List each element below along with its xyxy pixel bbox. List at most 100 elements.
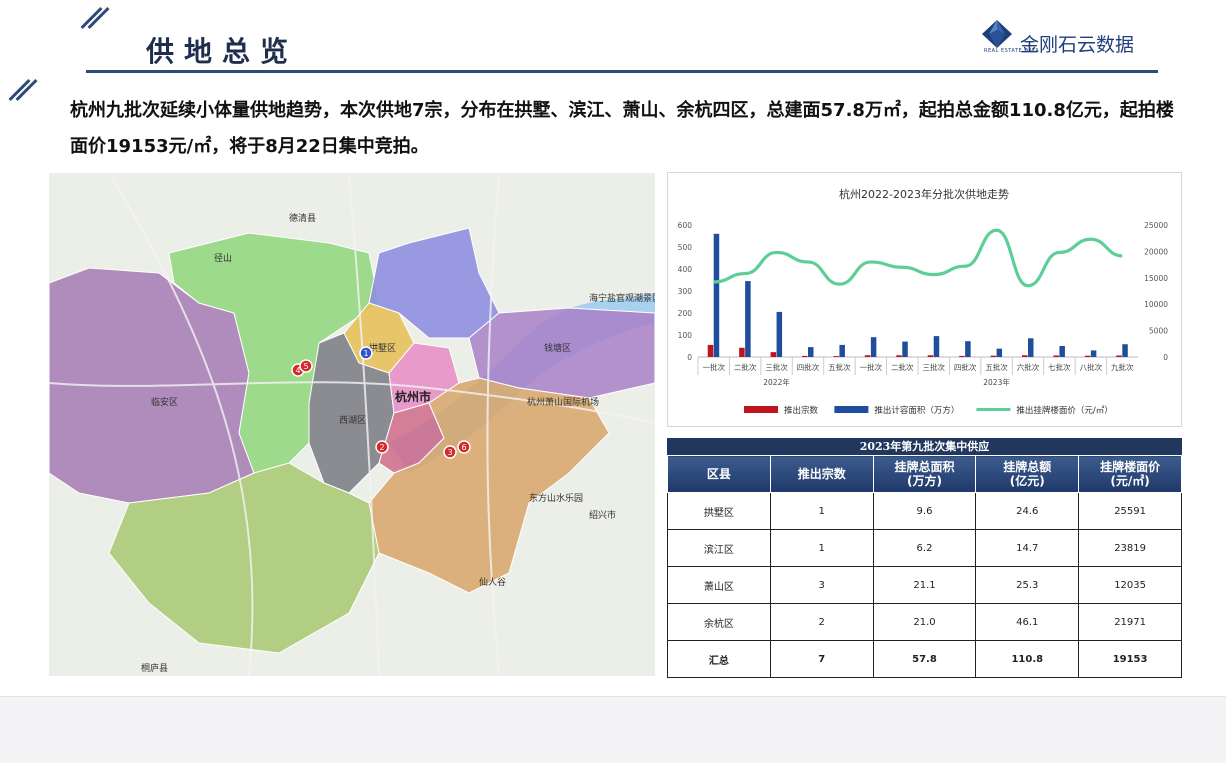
- svg-text:2: 2: [379, 443, 384, 452]
- chart-bar: [933, 336, 940, 357]
- chart-bar: [776, 311, 783, 357]
- table-total-row: 汇总 7 57.8 110.8 19153: [667, 640, 1182, 678]
- marker-5[interactable]: 5: [299, 359, 313, 373]
- chart-canvas: 杭州2022-2023年分批次供地走势 0100200300400500600 …: [678, 187, 1169, 416]
- svg-text:3: 3: [447, 448, 452, 457]
- chart-bar: [1090, 350, 1097, 357]
- total-amount: 110.8: [975, 640, 1080, 678]
- chart-title: 杭州2022-2023年分批次供地走势: [839, 187, 1009, 201]
- left-tick-label: 600: [678, 221, 693, 230]
- svg-text:5: 5: [303, 362, 308, 371]
- summary-text: 杭州九批次延续小体量供地趋势，本次供地7宗，分布在拱墅、滨江、萧山、余杭四区，总…: [70, 100, 1174, 157]
- map-label-qiantang: 钱塘区: [544, 342, 571, 354]
- cell-area: 21.1: [872, 566, 977, 604]
- chart-right-axis: 0 5000 10000 15000 20000 25000: [1144, 221, 1168, 362]
- left-tick-label: 500: [678, 243, 693, 252]
- category-label: 三批次: [922, 362, 945, 372]
- map-label-airport: 杭州萧山国际机场: [527, 396, 599, 408]
- total-area: 57.8: [872, 640, 977, 678]
- header-area: 挂牌总面积 (万方): [872, 455, 977, 493]
- chart-legend: 推出宗数 推出计容面积（万方） 推出挂牌楼面价（元/㎡）: [744, 405, 1113, 416]
- left-tick-label: 300: [678, 287, 693, 296]
- cell-price: 25591: [1078, 492, 1182, 530]
- left-tick-label: 0: [687, 353, 692, 362]
- cell-district: 萧山区: [667, 566, 771, 604]
- table-row: 萧山区 3 21.1 25.3 12035: [667, 566, 1182, 604]
- legend-label: 推出挂牌楼面价（元/㎡）: [1016, 405, 1112, 416]
- right-tick-label: 0: [1163, 353, 1168, 362]
- total-label: 汇总: [667, 640, 771, 678]
- chart-bar: [1022, 355, 1028, 357]
- header-amount: 挂牌总额 (亿元): [975, 455, 1080, 493]
- cell-count: 1: [769, 529, 874, 567]
- chart-bar: [1116, 355, 1122, 357]
- marker-2[interactable]: 2: [375, 440, 389, 454]
- right-tick-label: 20000: [1144, 247, 1168, 256]
- land-supply-map[interactable]: 临安区 钱塘区 拱墅区 西湖区 德清县 桐庐县 绍兴市 东方山水乐园 杭州萧山国…: [49, 173, 655, 676]
- right-tick-label: 5000: [1149, 327, 1168, 336]
- diamond-logo-icon: [982, 20, 1012, 48]
- chart-bar: [1122, 344, 1128, 357]
- chart-bar: [839, 344, 845, 357]
- svg-text:6: 6: [461, 443, 466, 452]
- left-tick-label: 200: [678, 309, 693, 318]
- right-tick-label: 25000: [1144, 221, 1168, 230]
- header-district: 区县: [667, 455, 771, 493]
- chart-bar: [770, 352, 777, 357]
- cell-district: 余杭区: [667, 603, 771, 641]
- category-label: 七批次: [1048, 362, 1071, 372]
- chart-bar: [965, 341, 971, 357]
- right-tick-label: 10000: [1144, 300, 1168, 309]
- chart-line-path: [713, 228, 1123, 288]
- svg-text:1: 1: [363, 349, 368, 358]
- cell-district: 拱墅区: [667, 492, 771, 530]
- chart-bar: [707, 344, 714, 357]
- chart-bar: [927, 355, 934, 357]
- marker-1[interactable]: 1: [359, 346, 373, 360]
- chart-bar: [990, 355, 997, 357]
- category-label: 四批次: [954, 362, 977, 372]
- cell-amount: 24.6: [975, 492, 1080, 530]
- chart-bar: [1084, 355, 1091, 357]
- map-label-deqing: 德清县: [289, 212, 316, 224]
- chart-bar: [996, 348, 1003, 357]
- chart-bar: [1053, 355, 1059, 357]
- cell-amount: 25.3: [975, 566, 1080, 604]
- chart-left-axis: 0 100 200 300 400 500 600: [678, 221, 693, 362]
- marker-3[interactable]: 3: [443, 445, 457, 459]
- total-count: 7: [769, 640, 874, 678]
- cell-district: 滨江区: [667, 529, 771, 567]
- supply-table: 区县 推出宗数 挂牌总面积 (万方) 挂牌总额 (亿元) 挂牌楼面价 (元/㎡)…: [667, 455, 1182, 678]
- category-label: 五批次: [985, 362, 1008, 372]
- chart-bar: [902, 341, 908, 357]
- chart-category-labels: 一批次 二批次 三批次 四批次 五批次 一批次 二批次 三批次 四批次 五批次 六批次 七批次 八批次九…: [697, 357, 1134, 375]
- chart-bar: [802, 355, 808, 357]
- legend-swatch: [834, 406, 869, 413]
- map-label-linan: 临安区: [151, 396, 178, 408]
- category-label: 一批次: [702, 362, 725, 372]
- cell-price: 21971: [1078, 603, 1182, 641]
- marker-6[interactable]: 6: [457, 440, 471, 454]
- category-label: 四批次: [797, 362, 820, 372]
- cell-price: 23819: [1078, 529, 1182, 567]
- map-label-city: 杭州市: [395, 389, 431, 404]
- category-label: 一批次: [860, 362, 883, 372]
- table-row: 余杭区 2 21.0 46.1 21971: [667, 603, 1182, 641]
- cell-count: 1: [769, 492, 874, 530]
- chart-bar: [713, 233, 720, 357]
- chart-bar: [833, 356, 839, 357]
- table-header-row: 区县 推出宗数 挂牌总面积 (万方) 挂牌总额 (亿元) 挂牌楼面价 (元/㎡): [667, 455, 1182, 493]
- chart-bar: [745, 281, 751, 357]
- supply-trend-chart: 杭州2022-2023年分批次供地走势 0 100 200 300 400 500 600 …: [667, 172, 1182, 427]
- cell-amount: 46.1: [975, 603, 1080, 641]
- chart-group-labels: 2022年 2023年: [763, 377, 1010, 387]
- cell-count: 2: [769, 603, 874, 641]
- table-row: 滨江区 1 6.2 14.7 23819: [667, 529, 1182, 567]
- group-label: 2023年: [983, 377, 1010, 387]
- chart-bar: [870, 337, 877, 357]
- cell-price: 12035: [1078, 566, 1182, 604]
- chart-bar: [739, 347, 745, 357]
- map-label-xihu: 西湖区: [339, 415, 366, 426]
- category-label: 二批次: [891, 362, 914, 372]
- map-label-haining: 海宁盐官观潮景区: [589, 292, 655, 304]
